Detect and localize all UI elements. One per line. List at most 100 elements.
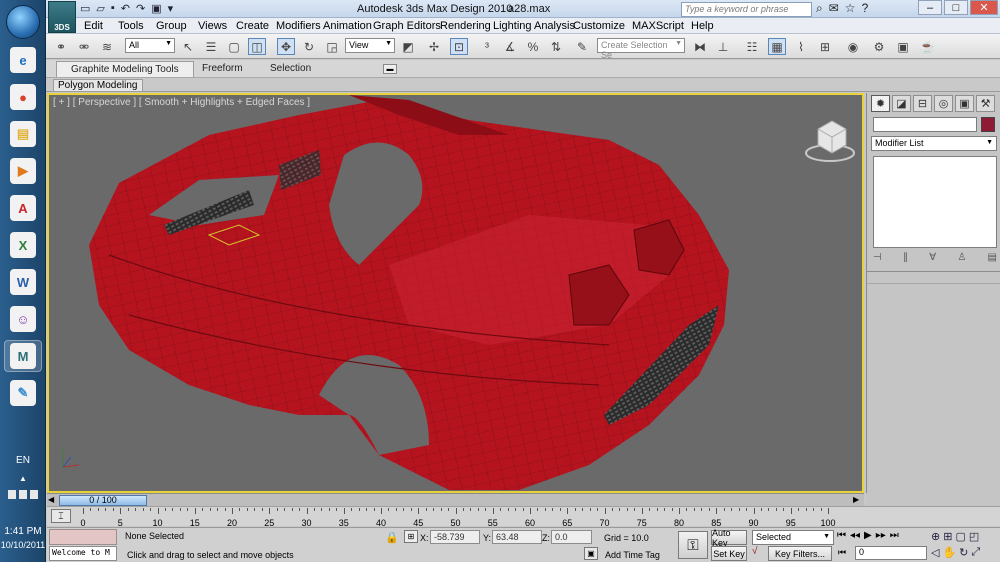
select-by-name-icon[interactable]: ☰ xyxy=(202,38,220,55)
make-unique-icon[interactable]: ∀ xyxy=(929,252,936,268)
maxscript-listener-input[interactable]: Welcome to M xyxy=(49,546,117,561)
network-icon[interactable] xyxy=(19,490,27,499)
menu-customize[interactable]: Customize xyxy=(573,20,625,32)
link-icon[interactable]: ⚭ xyxy=(52,38,70,55)
modify-tab-icon[interactable]: ◪ xyxy=(892,95,911,112)
rect-selection-icon[interactable]: ▢ xyxy=(225,38,243,55)
menu-rendering[interactable]: Rendering xyxy=(440,20,491,32)
clock-time[interactable]: 1:41 PM xyxy=(0,526,46,537)
flag-icon[interactable] xyxy=(8,490,16,499)
graphite-toggle-icon[interactable]: ▦ xyxy=(768,38,786,55)
viewcube-icon[interactable] xyxy=(804,117,856,163)
ribbon-minimize-icon[interactable]: ▬ xyxy=(383,64,397,74)
menu-lighting-analysis[interactable]: Lighting Analysis xyxy=(493,20,575,32)
zoom-extents-icon[interactable]: ▢ xyxy=(955,530,965,543)
material-editor-icon[interactable]: ◉ xyxy=(844,38,862,55)
zoom-all-icon[interactable]: ⊞ xyxy=(943,530,952,543)
tray-expand-icon[interactable]: ▲ xyxy=(0,474,46,483)
next-frame-icon[interactable]: ▸▸ xyxy=(876,530,886,541)
mini-curve-editor-icon[interactable]: ⌶ xyxy=(51,509,71,523)
menu-create[interactable]: Create xyxy=(236,20,269,32)
percent-snap-icon[interactable]: % xyxy=(524,38,542,55)
pivot-center-icon[interactable]: ◩ xyxy=(399,38,417,55)
tab-graphite-modeling-tools[interactable]: Graphite Modeling Tools xyxy=(56,61,194,77)
render-production-icon[interactable]: ☕ xyxy=(918,38,936,55)
rendered-frame-icon[interactable]: ▣ xyxy=(894,38,912,55)
maxscript-listener-output[interactable] xyxy=(49,529,117,545)
angle-snap-icon[interactable]: ∡ xyxy=(501,38,519,55)
go-to-end-icon[interactable]: ⏭ xyxy=(890,530,899,541)
time-slider-thumb[interactable]: 0 / 100 xyxy=(59,495,147,506)
select-rotate-icon[interactable]: ↻ xyxy=(300,38,318,55)
create-tab-icon[interactable]: ✹ xyxy=(871,95,890,112)
field-of-view-icon[interactable]: ◁ xyxy=(931,546,939,559)
select-scale-icon[interactable]: ◲ xyxy=(323,38,341,55)
time-slider[interactable]: ◀ 0 / 100 ▶ xyxy=(47,493,864,506)
motion-tab-icon[interactable]: ◎ xyxy=(934,95,953,112)
key-curve-icon[interactable]: √ xyxy=(752,546,758,557)
remove-modifier-icon[interactable]: ♙ xyxy=(957,252,966,268)
taskbar-messenger-icon[interactable]: ☺ xyxy=(4,303,42,335)
selection-lock-icon[interactable]: 🔒 xyxy=(385,531,399,544)
taskbar-chrome-icon[interactable]: ● xyxy=(4,81,42,113)
close-button[interactable]: ✕ xyxy=(970,0,998,15)
hierarchy-tab-icon[interactable]: ⊟ xyxy=(913,95,932,112)
start-button[interactable] xyxy=(6,5,40,39)
spinner-snap-icon[interactable]: ⇅ xyxy=(547,38,565,55)
ref-coord-dropdown[interactable]: View ▼ xyxy=(345,38,395,53)
project-folder-icon[interactable]: ▣ xyxy=(151,2,161,16)
utilities-tab-icon[interactable]: ⚒ xyxy=(976,95,995,112)
undo-icon[interactable]: ↶ xyxy=(121,2,130,16)
named-selection-dropdown[interactable]: Create Selection Se ▼ xyxy=(597,38,685,60)
select-object-icon[interactable]: ↖ xyxy=(179,38,197,55)
track-bar[interactable]: ⌶ 0 5 10 15 20 25 30 35 40 45 50 55 60 65 70 75 80 85 90 95… xyxy=(47,506,1000,528)
edit-named-selection-icon[interactable]: ✎ xyxy=(573,38,591,55)
save-icon[interactable]: ▪ xyxy=(111,2,115,16)
open-file-icon[interactable]: ▱ xyxy=(96,2,104,16)
pin-stack-icon[interactable]: ⊣ xyxy=(873,252,882,268)
pan-icon[interactable]: ✋ xyxy=(942,546,956,559)
tab-selection[interactable]: Selection xyxy=(270,63,311,74)
volume-icon[interactable] xyxy=(30,490,38,499)
menu-edit[interactable]: Edit xyxy=(84,20,103,32)
object-color-swatch[interactable] xyxy=(981,117,995,132)
viewport-label[interactable]: [ + ] [ Perspective ] [ Smooth + Highlig… xyxy=(53,97,310,108)
render-setup-icon[interactable]: ⚙ xyxy=(870,38,888,55)
x-coordinate-field[interactable]: -58.739 xyxy=(430,530,480,544)
taskbar-explorer-icon[interactable]: ▤ xyxy=(4,118,42,150)
menu-modifiers[interactable]: Modifiers xyxy=(276,20,321,32)
panel-polygon-modeling[interactable]: Polygon Modeling xyxy=(53,79,143,92)
communication-icon[interactable]: ✉ xyxy=(829,1,839,16)
selection-filter-dropdown[interactable]: All ▼ xyxy=(125,38,175,53)
object-name-field[interactable] xyxy=(873,117,977,132)
play-icon[interactable]: ▶ xyxy=(864,530,872,541)
taskbar-paint-icon[interactable]: ✎ xyxy=(4,377,42,409)
set-key-button[interactable]: Set Key xyxy=(711,546,747,561)
clock-date[interactable]: 10/10/2011 xyxy=(0,540,46,550)
car-body-model[interactable] xyxy=(89,95,729,490)
current-frame-field[interactable]: 0 xyxy=(855,546,927,560)
language-indicator[interactable]: EN xyxy=(0,455,46,466)
key-filters-button[interactable]: Key Filters... xyxy=(768,546,832,561)
binoculars-icon[interactable]: ⌕ xyxy=(816,1,823,16)
redo-icon[interactable]: ↷ xyxy=(136,2,145,16)
window-crossing-icon[interactable]: ◫ xyxy=(248,38,266,55)
previous-frame-icon[interactable]: ◂◂ xyxy=(850,530,860,541)
schematic-view-icon[interactable]: ⊞ xyxy=(816,38,834,55)
display-tab-icon[interactable]: ▣ xyxy=(955,95,974,112)
modifier-stack[interactable] xyxy=(873,156,997,248)
layer-manager-icon[interactable]: ☷ xyxy=(743,38,761,55)
menu-graph-editors[interactable]: Graph Editors xyxy=(373,20,441,32)
auto-key-button[interactable]: Auto Key xyxy=(711,528,747,548)
go-to-start-icon[interactable]: ⏮ xyxy=(837,530,846,541)
maximize-viewport-icon[interactable]: ⤢ xyxy=(971,546,980,559)
add-time-tag-button[interactable]: Add Time Tag xyxy=(605,550,660,560)
set-key-icon[interactable]: ⚿ xyxy=(678,531,708,559)
orbit-icon[interactable]: ↻ xyxy=(959,546,968,559)
search-input[interactable]: Type a keyword or phrase xyxy=(681,2,812,17)
track-ruler[interactable]: 0 5 10 15 20 25 30 35 40 45 50 55 60 65 70 75 80 85 90 95 10… xyxy=(80,508,836,528)
time-prev-icon[interactable]: ◀ xyxy=(48,495,54,504)
keyboard-shortcut-icon[interactable]: ⊡ xyxy=(450,38,468,55)
modifier-list-dropdown[interactable]: Modifier List ▼ xyxy=(871,136,997,151)
show-end-result-icon[interactable]: ∥ xyxy=(903,252,908,268)
